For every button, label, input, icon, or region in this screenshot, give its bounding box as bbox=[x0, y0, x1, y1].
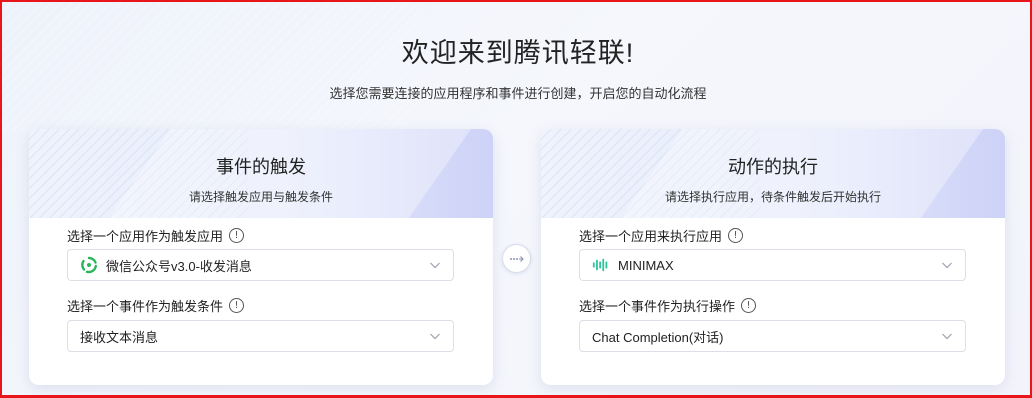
action-card: 动作的执行 请选择执行应用，待条件触发后开始执行 选择一个应用来执行应用 ! M… bbox=[541, 129, 1005, 385]
minimax-waveform-icon bbox=[592, 256, 610, 274]
info-icon[interactable]: ! bbox=[229, 298, 245, 313]
connector-arrow-button bbox=[502, 244, 531, 273]
trigger-event-select[interactable]: 接收文本消息 bbox=[67, 320, 454, 352]
arrow-right-dotted-icon bbox=[509, 255, 524, 262]
trigger-event-label: 选择一个事件作为触发条件 ! bbox=[67, 296, 245, 315]
action-event-label: 选择一个事件作为执行操作 ! bbox=[579, 296, 757, 315]
trigger-card: 事件的触发 请选择触发应用与触发条件 选择一个应用作为触发应用 ! 微信公众号v… bbox=[29, 129, 493, 385]
trigger-card-header: 事件的触发 请选择触发应用与触发条件 bbox=[29, 129, 493, 218]
action-card-subtitle: 请选择执行应用，待条件触发后开始执行 bbox=[664, 190, 881, 204]
action-card-title: 动作的执行 bbox=[728, 157, 818, 177]
chevron-down-icon bbox=[430, 262, 440, 269]
action-app-select[interactable]: MINIMAX bbox=[579, 249, 966, 281]
chevron-down-icon bbox=[430, 333, 440, 340]
chevron-down-icon bbox=[942, 333, 952, 340]
action-card-header: 动作的执行 请选择执行应用，待条件触发后开始执行 bbox=[541, 129, 1005, 218]
trigger-app-select[interactable]: 微信公众号v3.0-收发消息 bbox=[67, 249, 454, 281]
info-icon[interactable]: ! bbox=[728, 228, 744, 243]
trigger-card-title: 事件的触发 bbox=[216, 157, 306, 177]
action-app-label: 选择一个应用来执行应用 ! bbox=[579, 226, 744, 245]
trigger-event-label-text: 选择一个事件作为触发条件 bbox=[67, 299, 224, 314]
trigger-app-value: 微信公众号v3.0-收发消息 bbox=[106, 258, 252, 274]
info-icon[interactable]: ! bbox=[229, 228, 245, 243]
trigger-card-subtitle: 请选择触发应用与触发条件 bbox=[188, 190, 333, 204]
app-frame: 欢迎来到腾讯轻联! 选择您需要连接的应用程序和事件进行创建，开启您的自动化流程 … bbox=[0, 0, 1032, 398]
action-app-label-text: 选择一个应用来执行应用 bbox=[579, 229, 723, 244]
page-subtitle: 选择您需要连接的应用程序和事件进行创建，开启您的自动化流程 bbox=[329, 86, 707, 101]
action-app-value: MINIMAX bbox=[618, 257, 674, 273]
trigger-event-value: 接收文本消息 bbox=[80, 329, 159, 345]
wechat-official-account-icon bbox=[80, 256, 98, 274]
action-event-label-text: 选择一个事件作为执行操作 bbox=[579, 299, 736, 314]
trigger-app-label: 选择一个应用作为触发应用 ! bbox=[67, 226, 245, 245]
trigger-app-label-text: 选择一个应用作为触发应用 bbox=[67, 229, 224, 244]
chevron-down-icon bbox=[942, 262, 952, 269]
action-event-value: Chat Completion(对话) bbox=[592, 329, 724, 345]
info-icon[interactable]: ! bbox=[741, 298, 757, 313]
page-title: 欢迎来到腾讯轻联! bbox=[401, 38, 635, 68]
action-event-select[interactable]: Chat Completion(对话) bbox=[579, 320, 966, 352]
